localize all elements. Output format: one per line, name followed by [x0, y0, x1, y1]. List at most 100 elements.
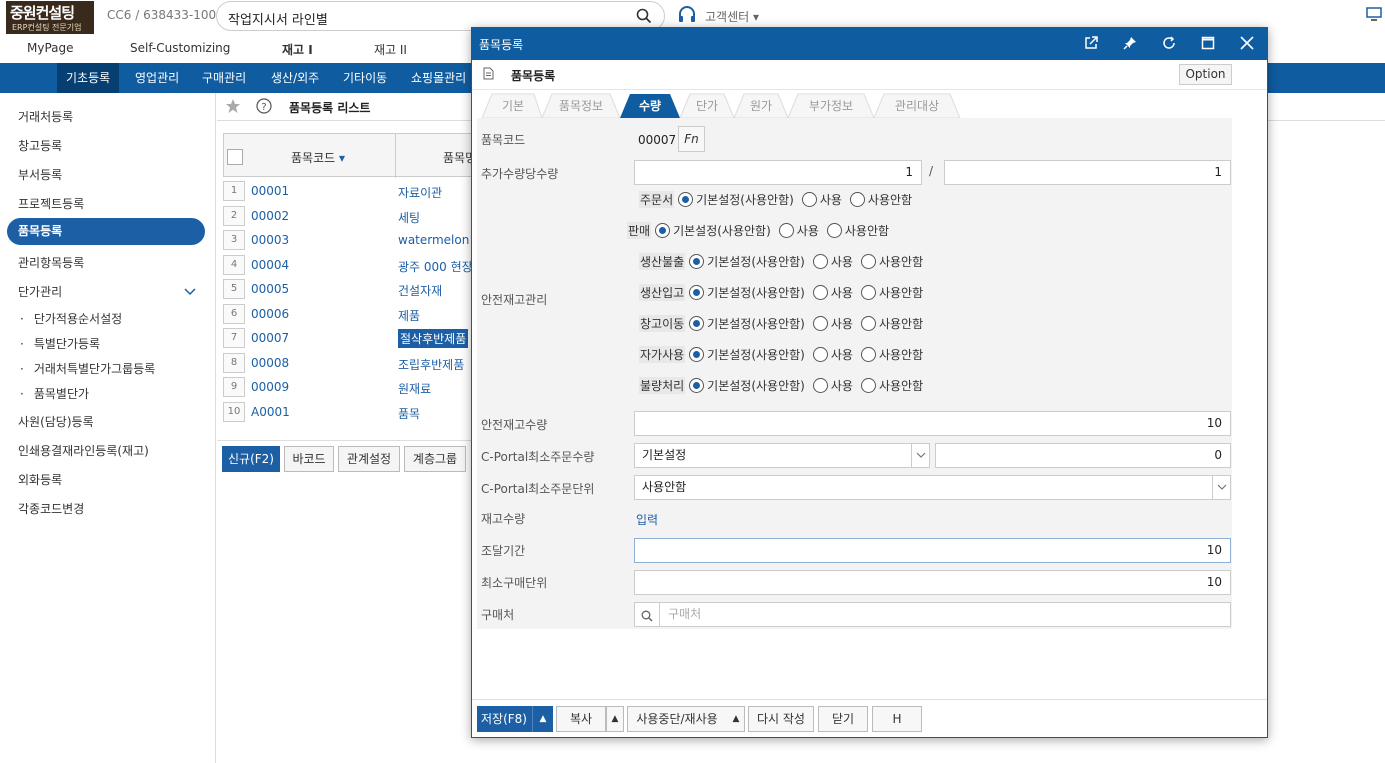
relation-button[interactable]: 관계설정: [338, 446, 400, 472]
fn-button[interactable]: Fn: [678, 126, 705, 152]
table-row[interactable]: 1 00001 자료이관: [223, 180, 473, 202]
sidebar-item-warehouse[interactable]: 창고등록: [18, 137, 62, 154]
sidebar-sub-group-price[interactable]: 거래처특별단가그룹등록: [20, 360, 155, 377]
tab-quantity[interactable]: 수량: [630, 94, 670, 118]
sidebar-item-project[interactable]: 프로젝트등록: [18, 195, 84, 212]
radio-default[interactable]: [689, 316, 705, 331]
sidebar-item-employee[interactable]: 사원(담당)등록: [18, 413, 94, 430]
sidebar-sub-special-price[interactable]: 특별단가등록: [20, 335, 100, 352]
table-row[interactable]: 5 00005 건설자재: [223, 278, 473, 300]
table-row[interactable]: 7 00007 절삭후반제품: [223, 327, 473, 349]
item-code-cell[interactable]: 00008: [251, 356, 289, 370]
item-name-cell[interactable]: 광주 000 현장: [398, 258, 473, 275]
popout-icon[interactable]: [1084, 36, 1098, 53]
item-code-cell[interactable]: 00001: [251, 184, 289, 198]
radio-no-use[interactable]: [860, 347, 876, 362]
menu-sales[interactable]: 영업관리: [126, 63, 188, 93]
item-name-cell[interactable]: watermelon: [398, 233, 469, 247]
radio-use[interactable]: [812, 378, 828, 393]
item-name-cell[interactable]: 원재료: [398, 380, 431, 397]
radio-default[interactable]: [678, 192, 694, 207]
item-name-cell[interactable]: 자료이관: [398, 184, 442, 201]
hierarchy-group-button[interactable]: 계층그룹: [404, 446, 466, 472]
item-name-cell[interactable]: 절삭후반제품: [398, 329, 469, 348]
help-icon[interactable]: ?: [256, 98, 272, 117]
radio-default[interactable]: [689, 254, 705, 269]
item-code-cell[interactable]: 00005: [251, 282, 289, 296]
radio-use[interactable]: [812, 347, 828, 362]
sidebar-sub-item-price[interactable]: 품목별단가: [20, 385, 89, 402]
table-row[interactable]: 10 A0001 품목: [223, 401, 473, 423]
menu-purchase[interactable]: 구매관리: [193, 63, 255, 93]
radio-use[interactable]: [812, 285, 828, 300]
item-code-cell[interactable]: 00007: [251, 331, 289, 345]
tab-price[interactable]: 단가: [690, 94, 724, 118]
deactivate-dropdown-icon[interactable]: ▲: [727, 706, 745, 732]
radio-default[interactable]: [689, 378, 705, 393]
history-button[interactable]: H: [872, 706, 922, 732]
min-purchase-input[interactable]: 10: [634, 570, 1231, 595]
safety-qty-input[interactable]: 10: [634, 411, 1231, 436]
sidebar-item-department[interactable]: 부서등록: [18, 166, 62, 183]
radio-no-use[interactable]: [860, 378, 876, 393]
item-name-cell[interactable]: 세팅: [398, 209, 420, 226]
table-row[interactable]: 9 00009 원재료: [223, 376, 473, 398]
sidebar-item-customer[interactable]: 거래처등록: [18, 108, 73, 125]
copy-button[interactable]: 복사: [556, 706, 606, 732]
unit-qty-input-b[interactable]: 1: [944, 160, 1231, 185]
item-code-cell[interactable]: 00003: [251, 233, 289, 247]
select-all-checkbox[interactable]: [227, 149, 243, 165]
item-name-cell[interactable]: 조립후반제품: [398, 356, 464, 373]
search-icon[interactable]: [636, 8, 652, 27]
radio-default[interactable]: [655, 223, 671, 238]
item-name-cell[interactable]: 건설자재: [398, 282, 442, 299]
menu-stock-1[interactable]: 재고 I: [282, 41, 313, 58]
sidebar-item-currency[interactable]: 외화등록: [18, 471, 62, 488]
table-row[interactable]: 6 00006 제품: [223, 303, 473, 325]
menu-other-moves[interactable]: 기타이동: [334, 63, 396, 93]
star-icon[interactable]: [225, 98, 241, 117]
table-row[interactable]: 8 00008 조립후반제품: [223, 352, 473, 374]
tab-management[interactable]: 관리대상: [884, 94, 950, 118]
cportal-min-qty-input[interactable]: 0: [935, 443, 1231, 468]
radio-default[interactable]: [689, 285, 705, 300]
item-code-cell[interactable]: A0001: [251, 405, 290, 419]
tab-cost[interactable]: 원가: [744, 94, 778, 118]
stock-qty-input-link[interactable]: 입력: [636, 511, 658, 528]
sidebar-item-item[interactable]: 품목등록: [7, 218, 205, 245]
lead-time-input[interactable]: 10: [634, 538, 1231, 563]
radio-no-use[interactable]: [860, 254, 876, 269]
tab-item-info[interactable]: 품목정보: [552, 94, 610, 118]
item-code-cell[interactable]: 00004: [251, 258, 289, 272]
menu-basic-registration[interactable]: 기초등록: [57, 63, 120, 93]
item-code-cell[interactable]: 00006: [251, 307, 289, 321]
item-code-cell[interactable]: 00002: [251, 209, 289, 223]
unit-qty-input-a[interactable]: 1: [634, 160, 922, 185]
copy-dropdown-icon[interactable]: ▲: [606, 706, 624, 732]
radio-use[interactable]: [812, 316, 828, 331]
menu-self-customizing[interactable]: Self-Customizing: [130, 41, 230, 55]
close-icon[interactable]: [1240, 36, 1254, 53]
search-icon[interactable]: [635, 603, 660, 626]
menu-shopping-mall[interactable]: 쇼핑몰관리: [402, 63, 475, 93]
table-row[interactable]: 3 00003 watermelon: [223, 229, 473, 251]
option-button[interactable]: Option: [1179, 64, 1232, 85]
sidebar-sub-price-order[interactable]: 단가적용순서설정: [20, 310, 122, 327]
radio-use[interactable]: [778, 223, 794, 238]
chevron-down-icon[interactable]: [184, 285, 196, 299]
col-item-code[interactable]: 품목코드 ▾: [291, 149, 345, 166]
maximize-icon[interactable]: [1201, 36, 1215, 53]
sidebar-item-approval[interactable]: 인쇄용결재라인등록(재고): [18, 442, 149, 459]
item-name-cell[interactable]: 제품: [398, 307, 420, 324]
customer-center-link[interactable]: 고객센터 ▾: [705, 8, 759, 25]
radio-no-use[interactable]: [849, 192, 865, 207]
table-row[interactable]: 4 00004 광주 000 현장: [223, 254, 473, 276]
radio-default[interactable]: [689, 347, 705, 362]
company-logo[interactable]: 중원컨설팅 ERP컨설팅 전문기업: [6, 1, 94, 34]
sidebar-item-codes[interactable]: 각종코드변경: [18, 500, 84, 517]
menu-production[interactable]: 생산/외주: [262, 63, 328, 93]
sidebar-item-management[interactable]: 관리항목등록: [18, 254, 84, 271]
headset-icon[interactable]: [677, 5, 697, 28]
tab-basic[interactable]: 기본: [492, 94, 534, 118]
dialog-titlebar[interactable]: 품목등록: [472, 28, 1267, 60]
